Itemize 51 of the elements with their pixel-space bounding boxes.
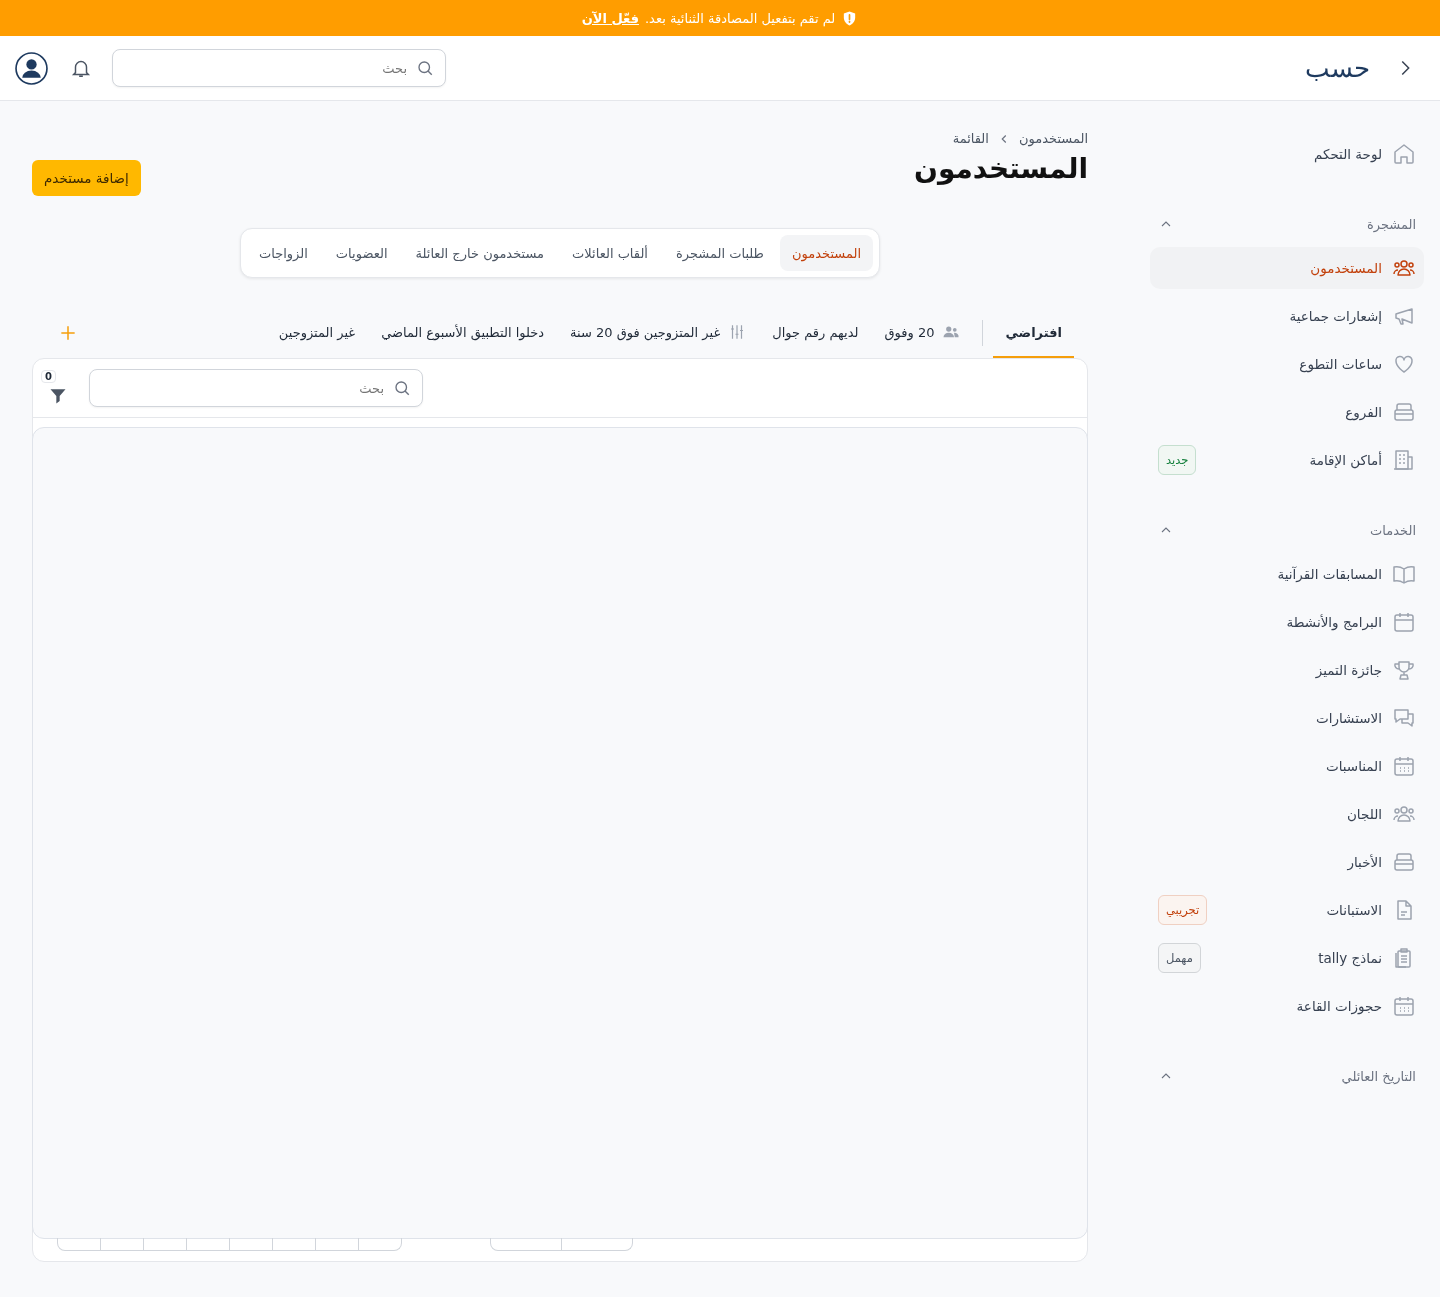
banner-text: لم تقم بتفعيل المصادقة الثنائية بعد.: [644, 10, 836, 26]
sidebar-item[interactable]: أماكن الإقامة جديد: [1150, 439, 1424, 481]
view-tab[interactable]: دخلوا التطبيق الأسبوع الماضي: [369, 308, 557, 358]
box-icon: [1392, 400, 1416, 424]
sidebar-section-header[interactable]: المشجرة: [1150, 205, 1424, 243]
breadcrumb-link[interactable]: المستخدمون: [1018, 131, 1088, 146]
status-badge: تجريبي: [1158, 895, 1208, 925]
sidebar-item[interactable]: ساعات التطوع: [1150, 343, 1424, 385]
sidebar-item[interactable]: المستخدمون: [1150, 247, 1424, 289]
sidebar-item[interactable]: الاستبانات تجريبي: [1150, 889, 1424, 931]
table-search-field[interactable]: بحث: [89, 369, 423, 407]
view-tab[interactable]: لديهم رقم جوال: [760, 308, 871, 358]
page-title: المستخدمون: [914, 152, 1088, 185]
tab[interactable]: طلبات المشجرة: [664, 235, 776, 271]
logo[interactable]: حسب: [1305, 53, 1370, 83]
status-badge: جديد: [1158, 445, 1197, 475]
house-icon: [1392, 142, 1416, 166]
sidebar-item[interactable]: إشعارات جماعية: [1150, 295, 1424, 337]
sidebar-item[interactable]: نماذج tally مهمل: [1150, 937, 1424, 979]
sidebar-item[interactable]: الأخبار: [1150, 841, 1424, 883]
sidebar-item[interactable]: اللجان: [1150, 793, 1424, 835]
sidebar-item[interactable]: الفروع: [1150, 391, 1424, 433]
breadcrumb-link[interactable]: القائمة: [952, 131, 989, 146]
sidebar-item[interactable]: لوحة التحكم: [1150, 133, 1424, 175]
tab[interactable]: العضويات: [323, 235, 400, 271]
tab[interactable]: ألقاب العائلات: [560, 235, 660, 271]
sidebar-item[interactable]: الاستشارات: [1150, 697, 1424, 739]
sidebar-section-header[interactable]: الخدمات: [1150, 511, 1424, 549]
sidebar-item[interactable]: المسابقات القرآنية: [1150, 553, 1424, 595]
sidebar-item[interactable]: المناسبات: [1150, 745, 1424, 787]
view-tab[interactable]: غير المتزوجين: [266, 308, 368, 358]
search-field[interactable]: بحث: [112, 49, 446, 87]
status-badge: مهمل: [1158, 943, 1201, 973]
trophy-icon: [1392, 658, 1416, 682]
tab[interactable]: المستخدمون: [779, 235, 873, 271]
chat-icon: [1392, 706, 1416, 730]
filter-count: 0: [41, 370, 56, 383]
sidebar-item[interactable]: البرامج والأنشطة: [1150, 601, 1424, 643]
sidebar-item[interactable]: جائزة التميز: [1150, 649, 1424, 691]
sidebar-section-header[interactable]: التاريخ العائلي: [1150, 1057, 1424, 1095]
tab[interactable]: مستخدمون خارج العائلة: [403, 235, 557, 271]
calendar-icon: [1392, 610, 1416, 634]
sidebar-item[interactable]: حجوزات القاعة: [1150, 985, 1424, 1027]
filter-icon[interactable]: [48, 386, 68, 406]
view-tab[interactable]: 20 وفوق: [872, 308, 973, 358]
view-tab[interactable]: غير المتزوجين فوق 20 سنة: [558, 308, 759, 358]
add-user-button[interactable]: إضافة مستخدم: [32, 160, 141, 196]
tab[interactable]: الزواجات: [247, 235, 320, 271]
box-icon: [1392, 850, 1416, 874]
avatar-icon[interactable]: [15, 51, 48, 85]
building-icon: [1392, 448, 1416, 472]
